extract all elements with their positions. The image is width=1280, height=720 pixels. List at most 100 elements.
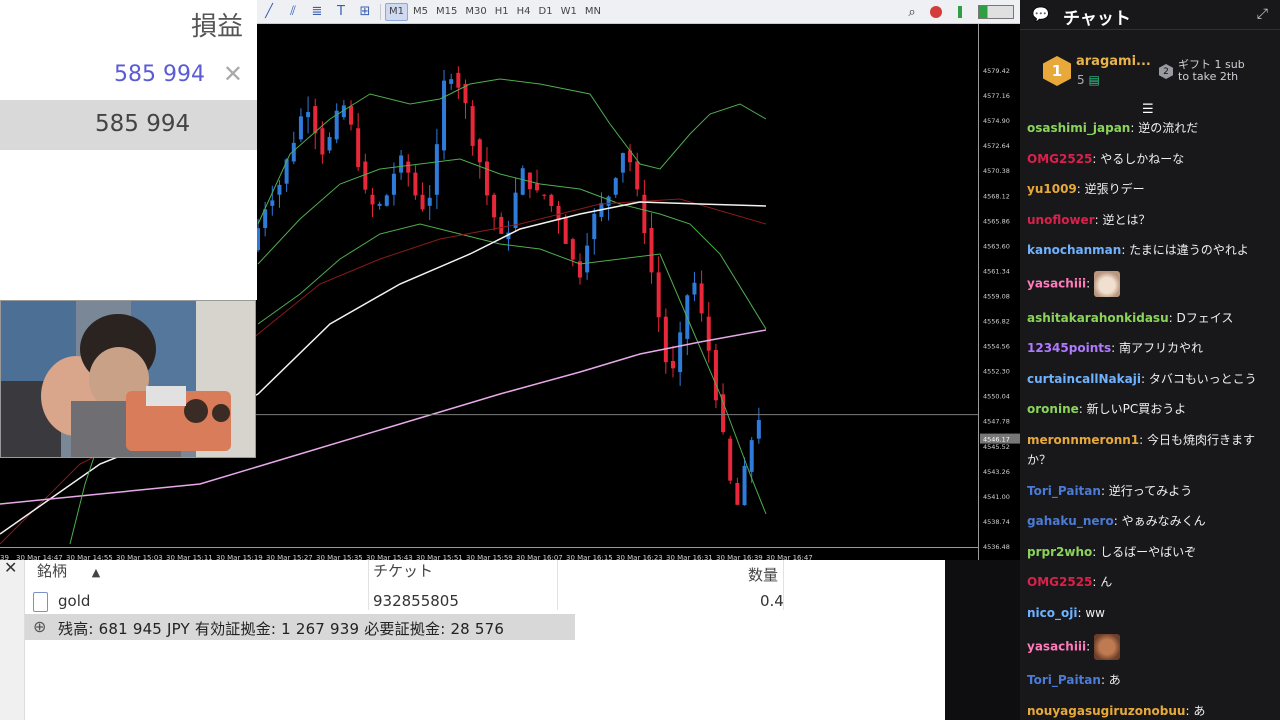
menu-icon[interactable]: ☰ xyxy=(1142,102,1154,117)
search-icon[interactable]: ⌕ xyxy=(902,3,922,21)
profit-row-value: 585 994 xyxy=(95,111,191,137)
candle-body xyxy=(313,106,318,134)
gift-info: ギフト 1 sub to take 2th xyxy=(1178,58,1245,83)
chat-username[interactable]: Tori_Paitan xyxy=(1027,484,1101,498)
candle-body xyxy=(284,159,289,184)
chat-messages: osashimi_japan: 逆の流れだ OMG2525: やるしかねーな yu1… xyxy=(1027,118,1275,720)
chat-username[interactable]: yasachiii xyxy=(1027,276,1086,290)
middle-band xyxy=(257,158,767,330)
candle-body xyxy=(399,155,404,173)
timeframe-w1[interactable]: W1 xyxy=(558,3,580,21)
chat-username[interactable]: curtaincallNakaji xyxy=(1027,372,1141,386)
chat-colon: : xyxy=(1078,402,1087,417)
chat-username[interactable]: yasachiii xyxy=(1027,639,1086,653)
candle-body xyxy=(742,465,747,506)
row-ticket[interactable]: 932855805 xyxy=(373,592,459,610)
popout-icon[interactable]: ⤢ xyxy=(1257,6,1268,22)
candle-body xyxy=(749,440,754,472)
timeframe-mn[interactable]: MN xyxy=(582,3,604,21)
candle-body xyxy=(649,228,654,273)
price-tick: 4541.00 xyxy=(983,493,1010,501)
chat-text: ん xyxy=(1100,575,1113,590)
candle-body xyxy=(349,106,354,125)
fibonacci-icon[interactable]: ≣ xyxy=(307,3,327,21)
column-symbol[interactable]: 銘柄 ▲ xyxy=(37,560,100,584)
shapes-icon[interactable]: ⊞ xyxy=(355,3,375,21)
gift-leaderboard: 1 aragami... 5 ▤ 2 ギフト 1 sub to take 2th … xyxy=(1020,42,1280,117)
price-tick: 4570.38 xyxy=(983,167,1010,175)
timeframe-m30[interactable]: M30 xyxy=(462,3,489,21)
chat-username[interactable]: 12345points xyxy=(1027,341,1111,355)
price-tick: 4543.26 xyxy=(983,468,1010,476)
chat-message: unoflower: 逆とは？ xyxy=(1027,210,1275,230)
chat-text: 逆の流れだ xyxy=(1138,121,1199,135)
chat-username[interactable]: meronnmeronn1 xyxy=(1027,433,1139,447)
connection-bar xyxy=(978,5,1014,19)
chat-panel: 💬 チャット ⤢ 1 aragami... 5 ▤ 2 ギフト 1 sub to … xyxy=(1020,0,1280,720)
chat-username[interactable]: nouyagasugiruzonobuu xyxy=(1027,704,1185,718)
chat-username[interactable]: OMG2525 xyxy=(1027,575,1092,589)
text-icon[interactable]: T xyxy=(331,3,351,21)
balance-row[interactable]: ⊕ 残高: 681 945 JPY 有効証拠金: 1 267 939 必要証拠金… xyxy=(25,614,945,640)
chat-username[interactable]: gahaku_nero xyxy=(1027,514,1114,528)
chat-username[interactable]: osashimi_japan xyxy=(1027,121,1130,135)
timeframe-d1[interactable]: D1 xyxy=(536,3,556,21)
chat-username[interactable]: kanochanman xyxy=(1027,243,1121,257)
chat-message: OMG2525: やるしかねーな xyxy=(1027,149,1275,169)
toolbar-divider xyxy=(380,3,381,20)
chat-username[interactable]: oronine xyxy=(1027,402,1079,416)
chat-text: あ xyxy=(1193,703,1206,718)
candle-body xyxy=(327,137,332,151)
expand-icon[interactable]: ⊕ xyxy=(33,617,46,636)
timeframe-m5[interactable]: M5 xyxy=(410,3,431,21)
chat-title: チャット xyxy=(1063,9,1131,29)
chat-username[interactable]: ashitakarahonkidasu xyxy=(1027,311,1169,325)
row-volume[interactable]: 0.4 xyxy=(760,592,784,610)
chat-username[interactable]: unoflower xyxy=(1027,213,1095,227)
balance-row-blank xyxy=(575,614,945,640)
webcam-feed xyxy=(0,300,256,458)
profit-row[interactable]: 585 994 xyxy=(0,100,257,150)
chat-message: prpr2who: しるばーやばいぞ xyxy=(1027,542,1275,562)
close-icon[interactable]: ✕ xyxy=(223,60,243,88)
price-axis: 4579.42 4577.16 4574.90 4572.64 4570.38 4568.… xyxy=(978,24,1020,560)
chat-username[interactable]: yu1009 xyxy=(1027,182,1077,196)
trendline-icon[interactable]: ╱ xyxy=(259,3,279,21)
candle-body xyxy=(535,183,540,191)
chat-text: あ xyxy=(1108,673,1121,688)
chat-username[interactable]: nico_oji xyxy=(1027,606,1077,620)
rank-badge: 1 xyxy=(1043,56,1071,86)
candle-body xyxy=(320,128,325,155)
column-ticket[interactable]: チケット xyxy=(373,560,433,584)
chat-colon: : xyxy=(1111,341,1119,356)
row-symbol[interactable]: gold xyxy=(58,592,90,610)
timeframe-m15[interactable]: M15 xyxy=(433,3,460,21)
trade-terminal: ✕ 銘柄 ▲ チケット 数量 gold 932855805 0.4 xyxy=(0,558,945,720)
chat-text: 逆張りデー xyxy=(1084,182,1145,197)
timeframe-h1[interactable]: H1 xyxy=(492,3,512,21)
chat-colon: : xyxy=(1100,483,1109,498)
chat-username[interactable]: Tori_Paitan xyxy=(1027,673,1101,687)
chat-username[interactable]: OMG2525 xyxy=(1027,152,1092,166)
candle-body xyxy=(699,283,704,314)
channel-icon[interactable]: ⫽ xyxy=(283,3,303,21)
close-icon[interactable]: ✕ xyxy=(4,558,17,577)
candle-body xyxy=(370,194,375,205)
leader-username[interactable]: aragami... xyxy=(1076,54,1151,69)
price-tick: 4536.48 xyxy=(983,543,1010,551)
webcam-image xyxy=(1,301,255,457)
cat-emote xyxy=(1094,270,1121,297)
notifications-icon[interactable] xyxy=(926,3,946,21)
candle-body xyxy=(420,194,425,210)
price-tick: 4574.90 xyxy=(983,117,1010,125)
chat-text: たまには違うのやれよ xyxy=(1129,243,1249,258)
chat-colon: : xyxy=(1140,371,1149,386)
chat-username[interactable]: prpr2who xyxy=(1027,545,1092,559)
timeframe-h4[interactable]: H4 xyxy=(514,3,534,21)
column-volume[interactable]: 数量 xyxy=(748,564,778,588)
chat-message: gahaku_nero: やぁみなみくん xyxy=(1027,511,1275,531)
timeframe-m1[interactable]: M1 xyxy=(385,2,408,21)
candle-body xyxy=(298,116,303,140)
chat-text: 新しいPC買おうよ xyxy=(1086,402,1187,417)
signal-icon[interactable] xyxy=(950,3,970,21)
